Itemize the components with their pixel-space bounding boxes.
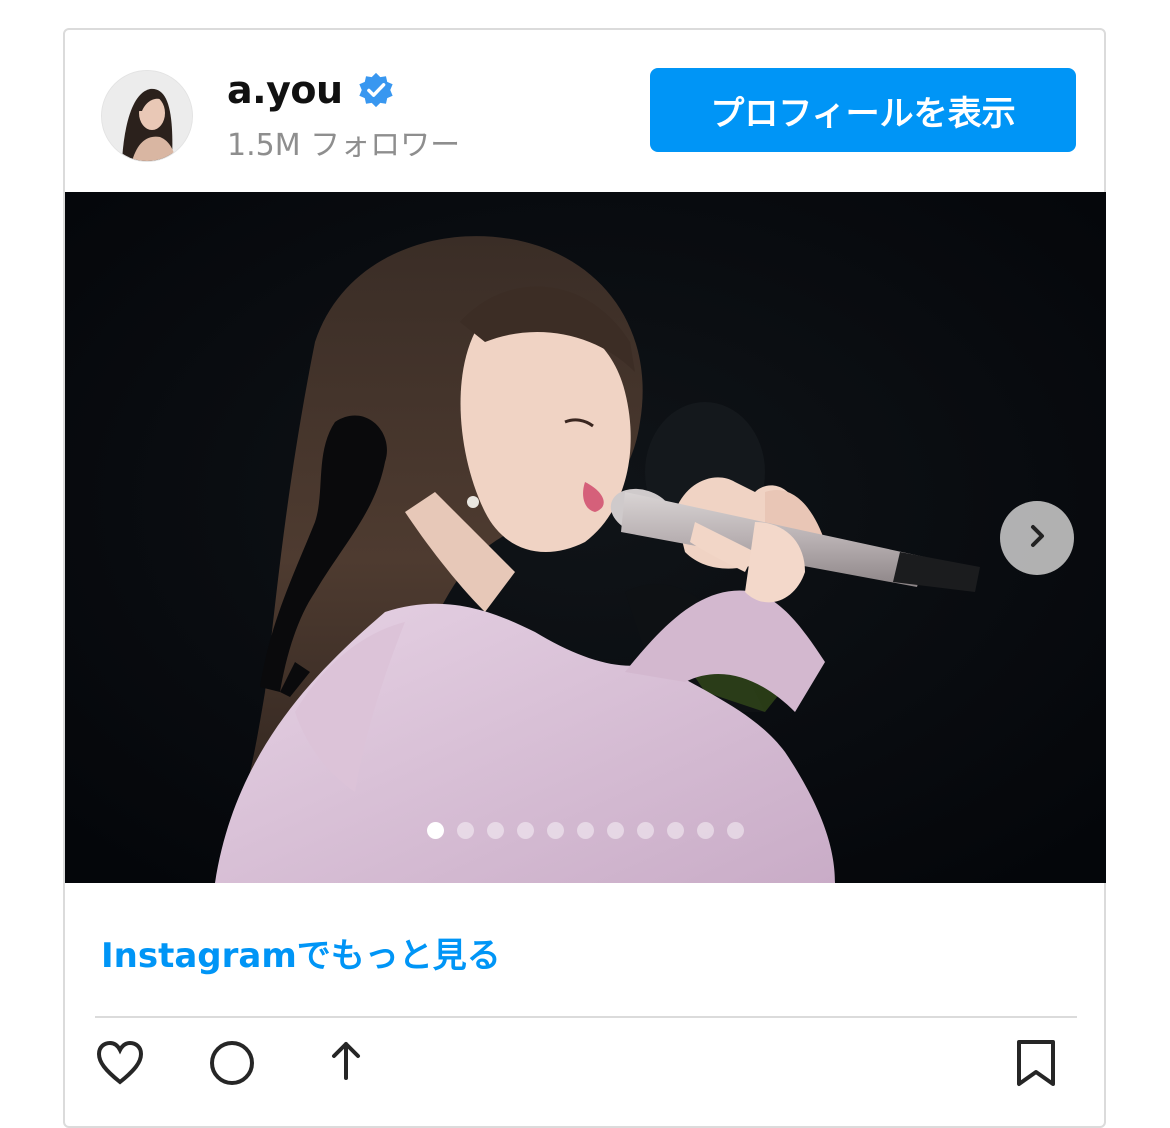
instagram-embed-card: a.you 1.5M フォロワー プロフィールを表示 Instagramでもっと… xyxy=(63,28,1106,1128)
carousel-dot[interactable] xyxy=(457,822,474,839)
carousel-dots xyxy=(427,822,744,839)
carousel-dot[interactable] xyxy=(577,822,594,839)
carousel-dot[interactable] xyxy=(487,822,504,839)
username-row: a.you xyxy=(227,68,395,112)
comment-icon[interactable] xyxy=(207,1038,257,1092)
heart-icon[interactable] xyxy=(95,1038,145,1092)
carousel-dot[interactable] xyxy=(667,822,684,839)
view-profile-button[interactable]: プロフィールを表示 xyxy=(650,68,1076,152)
view-more-on-instagram-link[interactable]: Instagramでもっと見る xyxy=(101,928,501,977)
carousel-dot[interactable] xyxy=(727,822,744,839)
post-media-carousel[interactable] xyxy=(65,192,1106,883)
carousel-dot-active[interactable] xyxy=(427,822,444,839)
carousel-dot[interactable] xyxy=(637,822,654,839)
avatar[interactable] xyxy=(101,70,193,162)
post-header: a.you 1.5M フォロワー プロフィールを表示 xyxy=(65,30,1104,192)
username[interactable]: a.you xyxy=(227,68,343,112)
action-bar xyxy=(65,1038,1104,1098)
divider xyxy=(95,1016,1077,1018)
verified-badge-icon xyxy=(357,71,395,109)
follower-count: 1.5M フォロワー xyxy=(227,128,461,163)
share-icon[interactable] xyxy=(321,1038,371,1092)
carousel-dot[interactable] xyxy=(697,822,714,839)
carousel-next-button[interactable] xyxy=(1000,501,1074,575)
bookmark-icon[interactable] xyxy=(1011,1038,1061,1092)
chevron-right-icon xyxy=(1022,521,1052,555)
carousel-dot[interactable] xyxy=(517,822,534,839)
carousel-dot[interactable] xyxy=(547,822,564,839)
post-photo xyxy=(65,192,1106,883)
carousel-dot[interactable] xyxy=(607,822,624,839)
